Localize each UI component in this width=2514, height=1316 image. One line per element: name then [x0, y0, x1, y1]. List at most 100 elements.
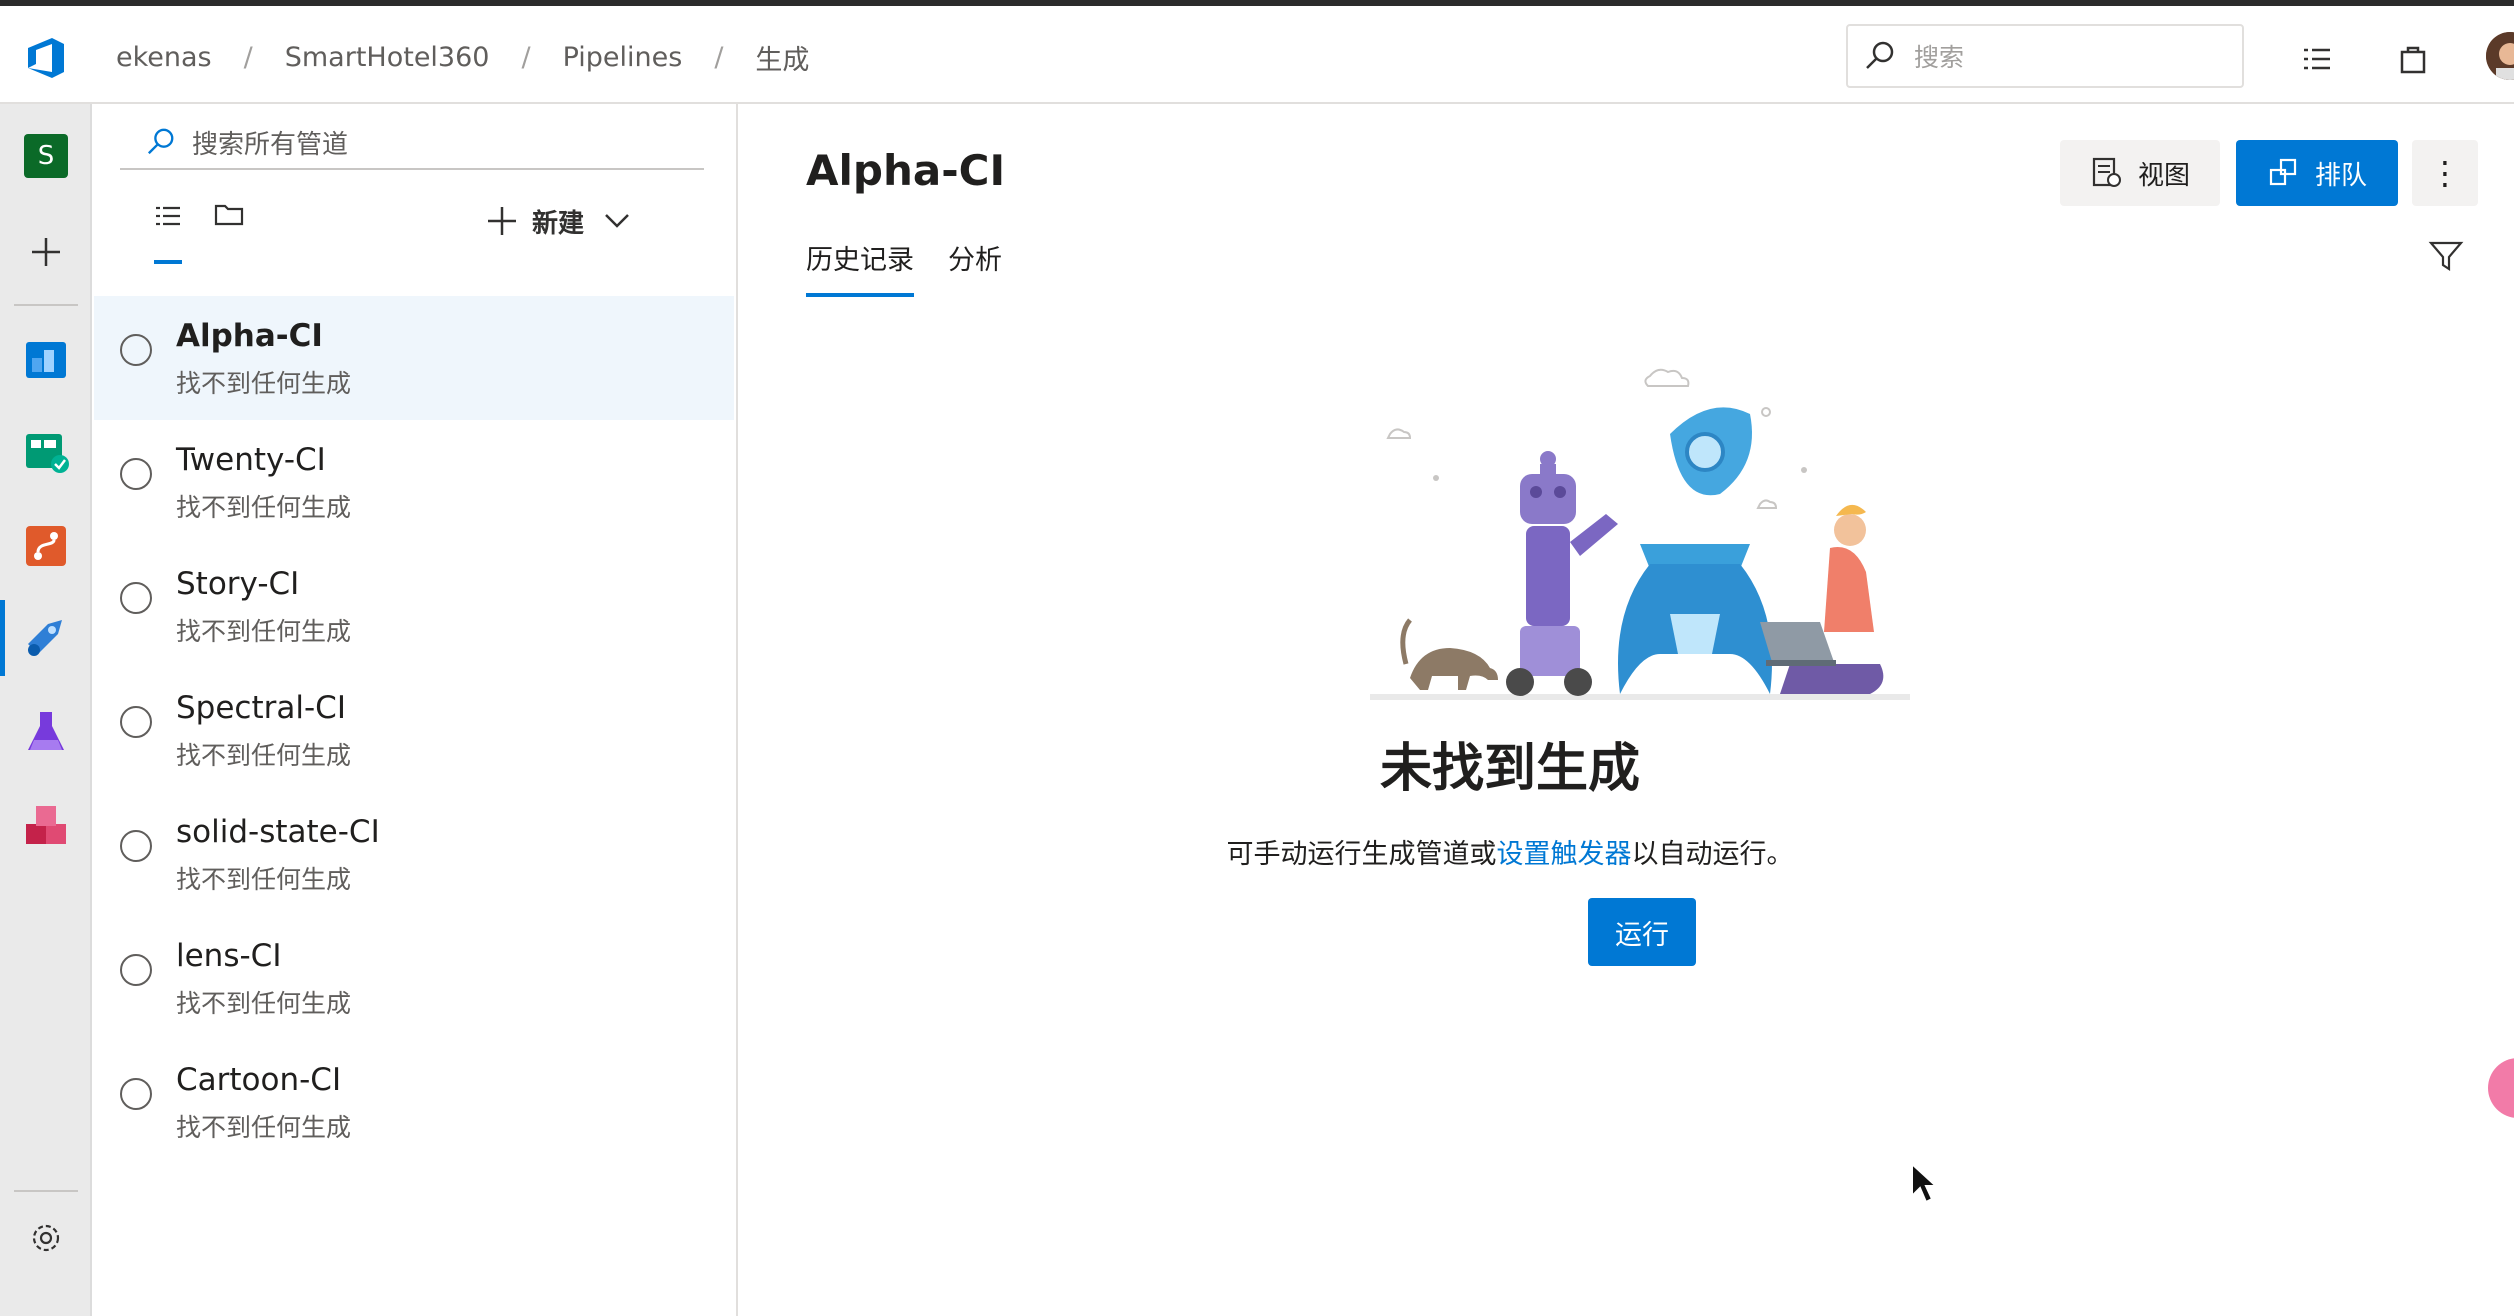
top-bar: ekenas / SmartHotel360 / Pipelines / 生成 … [0, 6, 2514, 104]
pipeline-status: 找不到任何生成 [176, 369, 352, 398]
pipeline-name: Alpha-CI [176, 318, 323, 354]
new-pipeline-label: 新建 [532, 208, 585, 239]
empty-state-illustration [1370, 368, 1910, 700]
empty-desc-before: 可手动运行生成管道或 [1226, 839, 1497, 870]
project-switcher[interactable]: S [0, 110, 92, 202]
azure-devops-logo-icon[interactable] [22, 34, 70, 82]
new-pipeline-button[interactable]: 新建 [486, 198, 630, 244]
main-content: Alpha-CI 视图 排队 ⋮ 历史记录 分析 未找到生成 可手动运行生成管道… [740, 104, 2514, 1316]
pipeline-name: lens-CI [176, 938, 282, 974]
queue-button[interactable]: 排队 [2236, 140, 2398, 206]
pipeline-name: solid-state-CI [176, 814, 380, 850]
nav-repos[interactable] [0, 500, 92, 592]
view-button-label: 视图 [2137, 160, 2190, 191]
more-actions-button[interactable]: ⋮ [2412, 140, 2478, 206]
chevron-down-icon [605, 214, 629, 228]
queue-icon [2269, 158, 2297, 186]
status-circle-icon [120, 830, 152, 862]
view-toggle [154, 202, 274, 264]
boards-icon [26, 434, 69, 473]
avatar-image [2486, 32, 2514, 80]
search-icon [1866, 41, 1894, 69]
pipeline-row[interactable]: Twenty-CI 找不到任何生成 [94, 420, 734, 544]
status-circle-icon [120, 954, 152, 986]
pipeline-name: Twenty-CI [176, 442, 326, 478]
nav-overview[interactable] [0, 314, 92, 406]
pipeline-name: Cartoon-CI [176, 1062, 342, 1098]
project-settings[interactable] [0, 1192, 92, 1284]
plus-icon [32, 238, 60, 266]
breadcrumb-org[interactable]: ekenas [116, 42, 212, 73]
repos-icon [26, 526, 66, 566]
pipeline-status: 找不到任何生成 [176, 865, 352, 894]
pipeline-search-placeholder: 搜索所有管道 [192, 129, 349, 160]
set-triggers-link[interactable]: 设置触发器 [1497, 839, 1632, 870]
status-circle-icon [120, 706, 152, 738]
mouse-cursor-icon [1911, 1162, 1938, 1204]
add-new-item[interactable] [0, 206, 92, 298]
pipeline-name: Spectral-CI [176, 690, 346, 726]
pipeline-status: 找不到任何生成 [176, 741, 352, 770]
user-avatar[interactable] [2486, 32, 2514, 80]
plus-icon [488, 207, 516, 235]
pipeline-row[interactable]: Alpha-CI 找不到任何生成 [94, 296, 734, 420]
pipeline-list: Alpha-CI 找不到任何生成 Twenty-CI 找不到任何生成 Story… [94, 296, 734, 1164]
pipeline-name: Story-CI [176, 566, 300, 602]
empty-desc-after: 以自动运行。 [1631, 839, 1794, 870]
folder-icon [214, 204, 244, 226]
pipeline-row[interactable]: Spectral-CI 找不到任何生成 [94, 668, 734, 792]
task-list-icon[interactable] [2300, 42, 2334, 76]
breadcrumb-separator: / [243, 42, 253, 73]
tab-bar: 历史记录 分析 [806, 238, 1036, 297]
nav-pipelines[interactable] [0, 592, 92, 684]
artifacts-icon [26, 806, 66, 844]
pipeline-status: 找不到任何生成 [176, 617, 352, 646]
breadcrumb: ekenas / SmartHotel360 / Pipelines / 生成 [116, 38, 809, 77]
tab-history[interactable]: 历史记录 [806, 238, 914, 297]
breadcrumb-project[interactable]: SmartHotel360 [285, 42, 490, 73]
tab-analytics[interactable]: 分析 [948, 238, 1002, 297]
page-title: Alpha-CI [806, 146, 1006, 195]
folder-view-toggle[interactable] [214, 202, 274, 258]
nav-test-plans[interactable] [0, 686, 92, 778]
pipelines-icon [28, 620, 62, 656]
status-circle-icon [120, 334, 152, 366]
global-search-input[interactable]: 搜索 [1846, 24, 2244, 88]
pipeline-row[interactable]: solid-state-CI 找不到任何生成 [94, 792, 734, 916]
view-report-icon [2092, 157, 2121, 187]
pipeline-status: 找不到任何生成 [176, 1113, 352, 1142]
view-button[interactable]: 视图 [2060, 140, 2220, 206]
app-window: ekenas / SmartHotel360 / Pipelines / 生成 … [0, 0, 2514, 1316]
marketplace-bag-icon[interactable] [2396, 42, 2430, 76]
pipeline-row[interactable]: Cartoon-CI 找不到任何生成 [94, 1040, 734, 1164]
status-circle-icon [120, 458, 152, 490]
breadcrumb-pipelines[interactable]: Pipelines [563, 42, 683, 73]
left-nav-rail: S [0, 104, 92, 1316]
status-circle-icon [120, 582, 152, 614]
pipelines-panel: 搜索所有管道 新建 Alpha-CI 找不到任何生成 Twenty-CI 找不到… [94, 104, 738, 1316]
search-placeholder: 搜索 [1914, 43, 1965, 72]
more-vertical-icon: ⋮ [2429, 154, 2461, 192]
nav-boards[interactable] [0, 406, 92, 498]
breadcrumb-separator: / [521, 42, 531, 73]
status-circle-icon [120, 1078, 152, 1110]
list-view-toggle[interactable] [154, 202, 214, 264]
pipeline-status: 找不到任何生成 [176, 493, 352, 522]
gear-icon [32, 1224, 60, 1252]
pipeline-status: 找不到任何生成 [176, 989, 352, 1018]
test-plans-icon [28, 712, 64, 750]
rail-divider [14, 304, 78, 306]
pipeline-row[interactable]: lens-CI 找不到任何生成 [94, 916, 734, 1040]
list-icon [156, 206, 180, 226]
breadcrumb-separator: / [714, 42, 724, 73]
pipeline-row[interactable]: Story-CI 找不到任何生成 [94, 544, 734, 668]
pipeline-search-input[interactable]: 搜索所有管道 [120, 116, 704, 170]
nav-artifacts[interactable] [0, 780, 92, 872]
breadcrumb-builds[interactable]: 生成 [755, 38, 809, 77]
run-pipeline-button[interactable]: 运行 [1588, 898, 1696, 966]
filter-icon[interactable] [2428, 238, 2464, 274]
empty-state-title: 未找到生成 [1379, 739, 1640, 799]
search-icon [147, 128, 174, 155]
project-badge: S [24, 134, 68, 178]
queue-button-label: 排队 [2314, 160, 2367, 191]
